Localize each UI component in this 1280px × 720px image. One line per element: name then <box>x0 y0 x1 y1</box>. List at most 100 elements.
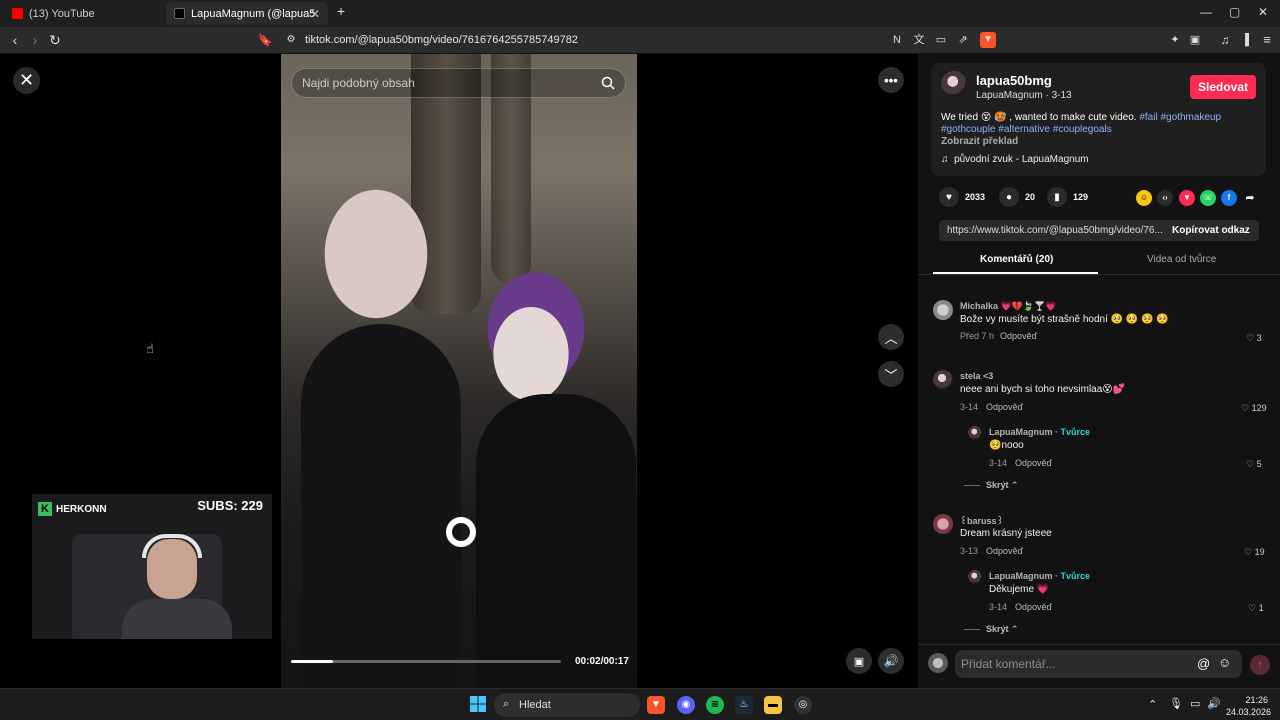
media-icon[interactable]: ♫ <box>1216 31 1234 49</box>
miniplayer-button[interactable]: ▣ <box>846 648 872 674</box>
heart-outline-icon: ♡ <box>1246 333 1255 343</box>
next-video-button[interactable]: ﹀ <box>878 361 904 387</box>
reply-like[interactable]: ♡ 1 <box>1248 603 1264 614</box>
tab-tiktok[interactable]: LapuaMagnum (@lapua50bm ✕ <box>166 2 328 25</box>
hashtag-link[interactable]: #couplegoals <box>1053 124 1112 135</box>
video-progress-bar[interactable] <box>291 660 561 663</box>
tab-youtube[interactable]: (13) YouTube <box>4 2 164 25</box>
maximize-button[interactable]: ▢ <box>1229 5 1240 19</box>
close-video-button[interactable]: ✕ <box>13 67 40 94</box>
comment-like[interactable]: ♡ 3 <box>1246 333 1262 344</box>
new-tab-button[interactable]: + <box>337 3 345 19</box>
hide-replies-label: Skrýt <box>986 480 1009 490</box>
site-info-icon[interactable]: ⚙ <box>282 31 300 49</box>
system-clock[interactable]: 21:26 24.03.2026 <box>1226 694 1271 718</box>
close-tab-icon[interactable]: ✕ <box>310 7 320 21</box>
post-comment-button[interactable]: ↑ <box>1250 655 1270 675</box>
chevron-up-icon[interactable]: ⌃ <box>1148 698 1157 711</box>
like-stat[interactable]: ♥ 2033 <box>939 187 985 207</box>
save-stat[interactable]: ▮ 129 <box>1047 187 1088 207</box>
send-icon[interactable]: ▼ <box>1179 190 1195 206</box>
hide-replies-button[interactable]: Skrýt ⌃ <box>964 480 1019 491</box>
reply-button[interactable]: Odpověď <box>1000 331 1037 341</box>
reader-mode-icon[interactable]: N <box>888 31 906 49</box>
reply-like[interactable]: ♡ 5 <box>1246 459 1262 470</box>
video-player[interactable]: 00:02/00:17 <box>281 54 637 688</box>
mention-icon[interactable]: @ <box>1197 656 1210 671</box>
emoji-icon[interactable]: ☺ <box>1218 655 1231 670</box>
sidebar-toggle-icon[interactable]: ▐ <box>1236 31 1254 49</box>
reply-button[interactable]: Odpověď <box>1015 602 1052 612</box>
follow-button[interactable]: Sledovat <box>1190 75 1256 99</box>
comment-input-wrap: @ ☺ <box>955 650 1242 678</box>
close-window-button[interactable]: ✕ <box>1258 5 1268 19</box>
chevron-up-icon: ︿ <box>884 330 898 346</box>
comment-author[interactable]: Michalka 💗💔🍃🍸💗 <box>960 301 1057 312</box>
brave-shields-icon[interactable]: ▼ <box>980 32 996 48</box>
steam-icon[interactable]: ♨ <box>735 696 753 714</box>
commenter-avatar[interactable] <box>933 300 953 320</box>
comment-input[interactable] <box>961 650 1191 678</box>
more-options-button[interactable]: ••• <box>878 67 904 93</box>
url-field[interactable]: tiktok.com/@lapua50bmg/video/76167642557… <box>305 34 578 46</box>
reply-avatar[interactable] <box>968 426 982 440</box>
spotify-icon[interactable]: ≋ <box>706 696 724 714</box>
menu-icon[interactable]: ≡ <box>1258 31 1276 49</box>
share-page-icon[interactable]: ⇗ <box>954 31 972 49</box>
comment-author[interactable]: ꒰baruss꒱ <box>960 515 1004 527</box>
comment-author[interactable]: stela <3 <box>960 371 993 381</box>
author-avatar[interactable] <box>941 71 967 97</box>
hashtag-link[interactable]: #fail <box>1139 112 1157 123</box>
search-icon[interactable] <box>601 76 615 90</box>
hashtag-link[interactable]: #alternative <box>998 124 1050 135</box>
minimize-button[interactable]: — <box>1200 5 1212 19</box>
copy-link-button[interactable]: Kopírovat odkaz <box>1172 225 1250 236</box>
speaker-icon[interactable]: 🔊 <box>1207 697 1221 710</box>
reply-avatar[interactable] <box>968 570 982 584</box>
translate-icon[interactable]: 文 <box>910 31 928 49</box>
back-icon[interactable]: ‹ <box>6 31 24 49</box>
reply-author[interactable]: LapuaMagnum · Tvůrce <box>989 571 1090 581</box>
comment-like[interactable]: ♡ 19 <box>1244 547 1265 558</box>
friends-share-icon[interactable]: ☺ <box>1136 190 1152 206</box>
discord-icon[interactable]: ◉ <box>677 696 695 714</box>
windows-start-icon[interactable] <box>469 696 487 714</box>
streamer-webcam-overlay: K HERKONN SUBS: 229 <box>32 494 272 639</box>
brave-browser-icon[interactable]: ▼ <box>647 696 665 714</box>
taskbar-search[interactable]: ⌕ Hledat <box>494 693 640 717</box>
hashtag-link[interactable]: #gothcouple <box>941 124 996 135</box>
reply-button[interactable]: Odpověď <box>1015 458 1052 468</box>
hashtag-link[interactable]: #gothmakeup <box>1160 112 1221 123</box>
commenter-avatar[interactable] <box>933 370 953 390</box>
file-explorer-icon[interactable]: ▬ <box>764 696 782 714</box>
cast-icon[interactable]: ▭ <box>932 31 950 49</box>
whatsapp-icon[interactable]: ☏ <box>1200 190 1216 206</box>
comment-stat[interactable]: ● 20 <box>999 187 1035 207</box>
facebook-icon[interactable]: f <box>1221 190 1237 206</box>
volume-button[interactable]: 🔊 <box>878 648 904 674</box>
commenter-avatar[interactable] <box>933 514 953 534</box>
network-icon[interactable]: ▭ <box>1190 697 1200 710</box>
share-arrow-icon[interactable]: ➦ <box>1242 190 1258 206</box>
translate-link[interactable]: Zobrazit překlad <box>941 136 1018 147</box>
tab-comments[interactable]: Komentářů (20) <box>980 254 1053 265</box>
reply-author[interactable]: LapuaMagnum · Tvůrce <box>989 427 1090 437</box>
reply-button[interactable]: Odpověď <box>986 402 1023 412</box>
previous-video-button[interactable]: ︿ <box>878 324 904 350</box>
app-icon[interactable]: ◎ <box>794 696 812 714</box>
video-search-input[interactable] <box>302 69 582 97</box>
comment-like-count: 19 <box>1254 547 1265 557</box>
wallet-icon[interactable]: ▣ <box>1186 31 1204 49</box>
extensions-icon[interactable]: ✦ <box>1166 31 1184 49</box>
microphone-icon[interactable]: 🎙 <box>1169 697 1183 710</box>
comment-like[interactable]: ♡ 129 <box>1241 403 1267 414</box>
hide-replies-button[interactable]: Skrýt ⌃ <box>964 624 1019 635</box>
embed-icon[interactable]: ‹› <box>1157 190 1173 206</box>
bookmark-icon[interactable]: 🔖 <box>256 31 274 49</box>
reload-icon[interactable]: ↻ <box>46 31 64 49</box>
sound-row[interactable]: ♫ původní zvuk - LapuaMagnum <box>941 154 1089 165</box>
tab-creator-videos[interactable]: Videa od tvůrce <box>1147 254 1216 265</box>
reply-button[interactable]: Odpověď <box>986 546 1023 556</box>
forward-icon[interactable]: › <box>26 31 44 49</box>
author-username[interactable]: lapua50bmg <box>976 73 1052 88</box>
